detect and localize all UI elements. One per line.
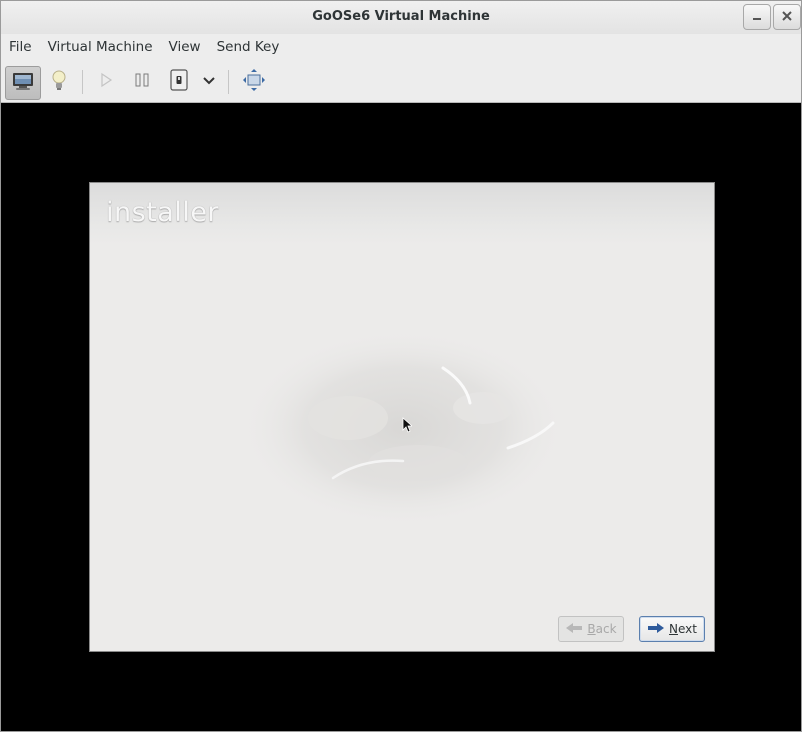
back-button[interactable]: Back xyxy=(558,616,624,642)
pause-icon xyxy=(134,72,150,92)
console-button[interactable] xyxy=(5,66,41,100)
details-button[interactable] xyxy=(45,66,73,98)
toolbar-separator xyxy=(82,70,83,94)
app-window: GoOSe6 Virtual Machine File Virtual Mach… xyxy=(0,0,802,732)
minimize-button[interactable] xyxy=(743,4,771,30)
menu-send-key[interactable]: Send Key xyxy=(209,34,288,61)
installer-logo: installer xyxy=(106,197,220,228)
toolbar xyxy=(1,61,801,103)
fullscreen-button[interactable] xyxy=(240,66,268,98)
toolbar-separator xyxy=(228,70,229,94)
menu-virtual-machine[interactable]: Virtual Machine xyxy=(40,34,161,61)
vm-display[interactable]: installer Back Next xyxy=(1,103,801,731)
play-icon xyxy=(99,72,113,92)
power-icon xyxy=(169,69,189,95)
menu-view[interactable]: View xyxy=(161,34,209,61)
title-bar[interactable]: GoOSe6 Virtual Machine xyxy=(1,1,801,35)
installer-screen: installer Back Next xyxy=(89,182,715,652)
arrow-left-icon xyxy=(565,622,583,637)
installer-header: installer xyxy=(90,183,714,245)
back-label: Back xyxy=(587,622,617,636)
lightbulb-icon xyxy=(51,69,67,95)
shutdown-button[interactable] xyxy=(166,66,192,98)
chevron-down-icon xyxy=(203,75,215,90)
menu-file[interactable]: File xyxy=(1,34,40,61)
menu-bar: File Virtual Machine View Send Key xyxy=(1,34,801,61)
close-button[interactable] xyxy=(773,4,801,30)
monitor-icon xyxy=(11,71,35,95)
next-button[interactable]: Next xyxy=(639,616,705,642)
pause-button[interactable] xyxy=(129,66,155,98)
window-title: GoOSe6 Virtual Machine xyxy=(312,9,490,24)
minimize-icon xyxy=(752,10,762,24)
run-button[interactable] xyxy=(93,66,119,98)
arrow-right-icon xyxy=(647,622,665,637)
next-label: Next xyxy=(669,622,697,636)
fullscreen-icon xyxy=(242,68,266,96)
shutdown-menu-button[interactable] xyxy=(198,66,220,98)
close-icon xyxy=(782,10,792,24)
mouse-cursor-icon xyxy=(402,417,414,437)
